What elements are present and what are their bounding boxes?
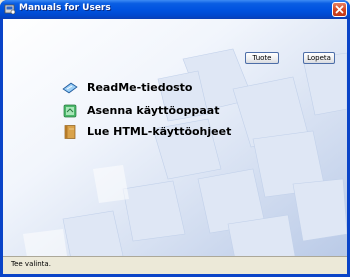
menu-item-label: ReadMe-tiedosto bbox=[87, 81, 193, 94]
menu-item-label: Asenna käyttöoppaat bbox=[87, 104, 220, 117]
title-bar[interactable]: Manuals for Users bbox=[0, 0, 350, 19]
close-button[interactable] bbox=[332, 2, 347, 17]
menu-item-label: Lue HTML-käyttöohjeet bbox=[87, 125, 232, 138]
client-area: Tuote Lopeta ReadMe-tiedosto Asenna käyt… bbox=[3, 19, 347, 274]
close-icon bbox=[335, 5, 344, 14]
app-window: Manuals for Users Tuote Lopeta ReadMe-ti… bbox=[0, 0, 350, 277]
background-art bbox=[3, 19, 347, 274]
html-manual-icon bbox=[64, 125, 76, 139]
status-bar: Tee valinta. bbox=[3, 256, 347, 274]
install-icon bbox=[63, 104, 77, 118]
product-button[interactable]: Tuote bbox=[245, 52, 279, 64]
app-icon bbox=[4, 4, 16, 15]
window-title: Manuals for Users bbox=[19, 3, 111, 13]
status-text: Tee valinta. bbox=[11, 260, 51, 268]
exit-button[interactable]: Lopeta bbox=[303, 52, 335, 64]
readme-icon bbox=[62, 82, 78, 94]
